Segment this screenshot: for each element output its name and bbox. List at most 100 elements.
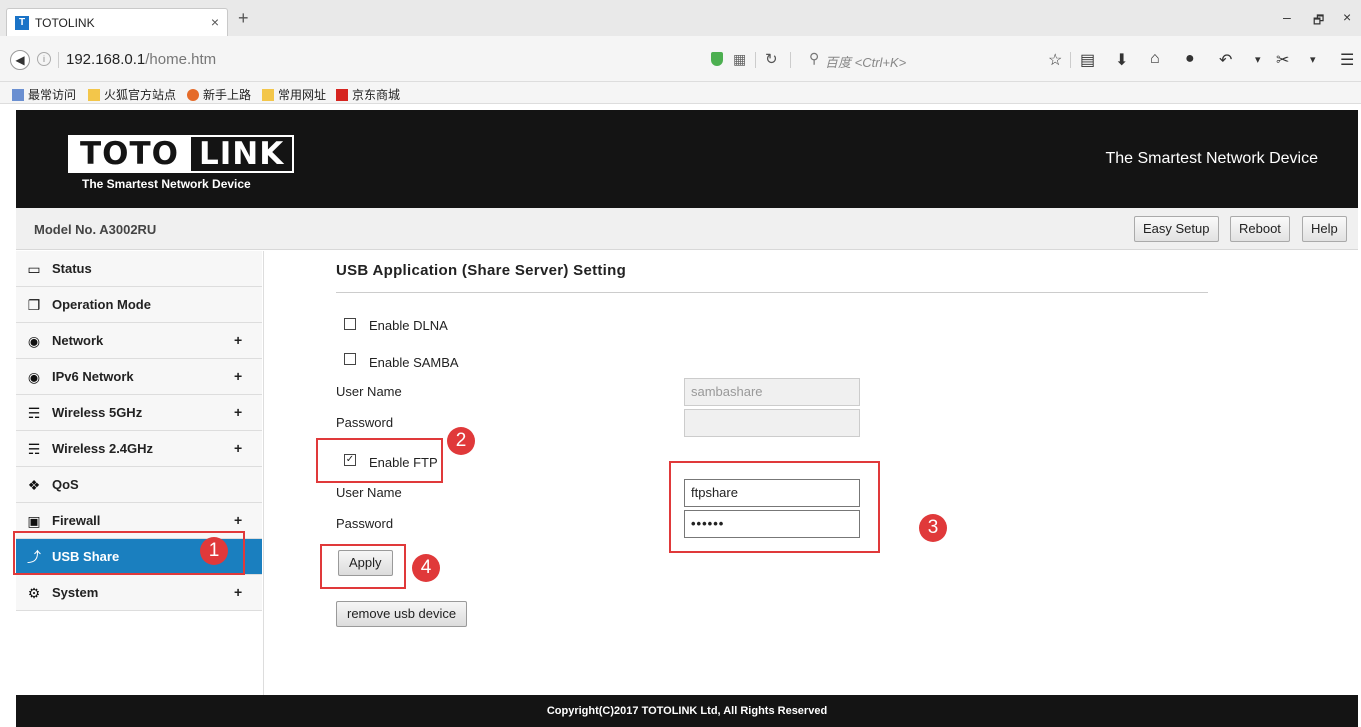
sidebar-item-operation-mode[interactable]: ❐ Operation Mode bbox=[16, 287, 262, 323]
lock-icon: ▣ bbox=[27, 513, 41, 529]
enable-samba-checkbox[interactable] bbox=[344, 353, 356, 365]
restore-icon[interactable]: 🗗 bbox=[1313, 11, 1324, 32]
router-page: TOTO LINK The Smartest Network Device The… bbox=[13, 110, 1358, 727]
windows-icon: ❐ bbox=[27, 297, 41, 313]
globe-icon: ◉ bbox=[27, 369, 41, 385]
sidebar-item-wireless-24ghz[interactable]: ☴ Wireless 2.4GHz + bbox=[16, 431, 262, 467]
reload-icon[interactable]: ↻ bbox=[765, 50, 778, 68]
bookmark-getting-started[interactable]: 新手上路 bbox=[187, 86, 251, 103]
bookmark-firefox-site[interactable]: 火狐官方站点 bbox=[88, 86, 176, 103]
samba-username-label: User Name bbox=[336, 384, 402, 399]
gear-icon: ⚙ bbox=[27, 585, 41, 601]
address-bar[interactable]: 192.168.0.1/home.htm bbox=[66, 51, 216, 68]
shield-icon[interactable] bbox=[711, 52, 723, 66]
model-bar: Model No. A3002RU Easy Setup Reboot Help bbox=[16, 208, 1358, 250]
enable-samba-label: Enable SAMBA bbox=[369, 355, 459, 370]
download-icon[interactable]: ⬇ bbox=[1115, 50, 1128, 70]
router-header: TOTO LINK The Smartest Network Device The… bbox=[16, 110, 1358, 208]
close-window-icon[interactable]: × bbox=[1343, 9, 1351, 25]
expand-icon[interactable]: + bbox=[234, 404, 242, 420]
reboot-button[interactable]: Reboot bbox=[1230, 216, 1290, 242]
tab-close-icon[interactable]: × bbox=[211, 14, 219, 30]
sidebar-item-label: Operation Mode bbox=[52, 297, 151, 312]
remove-usb-device-button[interactable]: remove usb device bbox=[336, 601, 468, 627]
annotation-badge: 4 bbox=[412, 554, 440, 582]
bookmark-most-visited[interactable]: 最常访问 bbox=[12, 86, 76, 103]
sidebar-item-label: System bbox=[52, 585, 99, 600]
annotation-box-enable-ftp bbox=[316, 438, 443, 483]
home-icon[interactable]: ⌂ bbox=[1150, 50, 1160, 68]
chat-icon[interactable]: ● bbox=[1185, 50, 1195, 68]
annotation-badge: 1 bbox=[200, 537, 228, 565]
enable-dlna-checkbox[interactable] bbox=[344, 318, 356, 330]
header-tagline: The Smartest Network Device bbox=[1105, 150, 1318, 167]
chevron-down-icon[interactable]: ▾ bbox=[1255, 53, 1261, 66]
search-icon: ⚲ bbox=[809, 50, 820, 66]
sidebar-item-label: Status bbox=[52, 261, 92, 276]
globe-icon: ◉ bbox=[27, 333, 41, 349]
expand-icon[interactable]: + bbox=[234, 368, 242, 384]
separator bbox=[755, 52, 756, 68]
browser-nav-bar: ◀ i 192.168.0.1/home.htm ▦ ↻ ⚲ 百度 <Ctrl+… bbox=[0, 36, 1361, 82]
annotation-box-apply bbox=[320, 544, 406, 589]
expand-icon[interactable]: + bbox=[234, 584, 242, 600]
logo-toto: TOTO bbox=[68, 135, 189, 173]
sidebar-item-label: Wireless 2.4GHz bbox=[52, 441, 154, 456]
totolink-favicon-icon: T bbox=[15, 16, 29, 30]
ftp-password-label: Password bbox=[336, 516, 394, 531]
bookmark-jd[interactable]: 京东商城 bbox=[336, 86, 400, 103]
browser-tab[interactable]: T TOTOLINK × bbox=[6, 8, 228, 36]
sidebar-item-label: QoS bbox=[52, 477, 79, 492]
wifi-icon: ☴ bbox=[27, 405, 41, 421]
folder-icon bbox=[88, 88, 100, 101]
chevron-down-icon[interactable]: ▾ bbox=[1310, 53, 1316, 66]
totolink-logo: TOTO LINK The Smartest Network Device bbox=[68, 135, 295, 191]
menu-icon[interactable]: ☰ bbox=[1340, 50, 1354, 70]
divider bbox=[336, 292, 1208, 293]
expand-icon[interactable]: + bbox=[234, 440, 242, 456]
page-title: USB Application (Share Server) Setting bbox=[336, 262, 627, 279]
bookmark-label: 火狐官方站点 bbox=[104, 88, 177, 102]
qr-code-icon[interactable]: ▦ bbox=[733, 51, 746, 68]
annotation-box-ftp-credentials bbox=[669, 461, 880, 553]
help-button[interactable]: Help bbox=[1302, 216, 1347, 242]
logo-link: LINK bbox=[189, 135, 295, 173]
chat-bubble-icon: ▭ bbox=[27, 261, 41, 277]
sidebar-item-system[interactable]: ⚙ System + bbox=[16, 575, 262, 611]
wifi-icon: ☴ bbox=[27, 441, 41, 457]
info-icon[interactable]: i bbox=[37, 52, 51, 66]
samba-username-field[interactable]: sambashare bbox=[684, 378, 860, 406]
bookmark-label: 最常访问 bbox=[28, 88, 77, 102]
sidebar-item-network[interactable]: ◉ Network + bbox=[16, 323, 262, 359]
firefox-icon bbox=[187, 88, 199, 101]
screenshot-icon[interactable]: ✂ bbox=[1276, 50, 1289, 70]
arrows-icon: ❖ bbox=[27, 477, 41, 493]
back-icon[interactable]: ◀ bbox=[10, 50, 30, 70]
samba-password-field[interactable] bbox=[684, 409, 860, 437]
model-number: Model No. A3002RU bbox=[34, 222, 157, 237]
reading-list-icon[interactable]: ▤ bbox=[1080, 50, 1095, 70]
folder-icon bbox=[262, 88, 274, 101]
sidebar-item-status[interactable]: ▭ Status bbox=[16, 251, 262, 287]
url-path: /home.htm bbox=[145, 51, 217, 68]
sidebar-item-ipv6-network[interactable]: ◉ IPv6 Network + bbox=[16, 359, 262, 395]
bookmark-common-sites[interactable]: 常用网址 bbox=[262, 86, 326, 103]
samba-password-label: Password bbox=[336, 415, 394, 430]
jd-icon bbox=[336, 88, 348, 101]
annotation-badge: 2 bbox=[447, 427, 475, 455]
easy-setup-button[interactable]: Easy Setup bbox=[1134, 216, 1219, 242]
enable-dlna-label: Enable DLNA bbox=[369, 318, 448, 333]
new-tab-button[interactable]: + bbox=[238, 8, 249, 29]
sidebar-item-label: Wireless 5GHz bbox=[52, 405, 143, 420]
undo-icon[interactable]: ↶ bbox=[1219, 50, 1232, 70]
sidebar: ▭ Status ❐ Operation Mode ◉ Network + ◉ … bbox=[16, 251, 264, 695]
minimize-icon[interactable]: – bbox=[1283, 9, 1291, 25]
sidebar-item-qos[interactable]: ❖ QoS bbox=[16, 467, 262, 503]
expand-icon[interactable]: + bbox=[234, 332, 242, 348]
expand-icon[interactable]: + bbox=[234, 512, 242, 528]
separator bbox=[790, 52, 791, 68]
search-box[interactable]: ⚲ 百度 <Ctrl+K> bbox=[803, 46, 1031, 72]
star-icon[interactable]: ☆ bbox=[1048, 50, 1062, 70]
sidebar-item-label: Network bbox=[52, 333, 104, 348]
sidebar-item-wireless-5ghz[interactable]: ☴ Wireless 5GHz + bbox=[16, 395, 262, 431]
